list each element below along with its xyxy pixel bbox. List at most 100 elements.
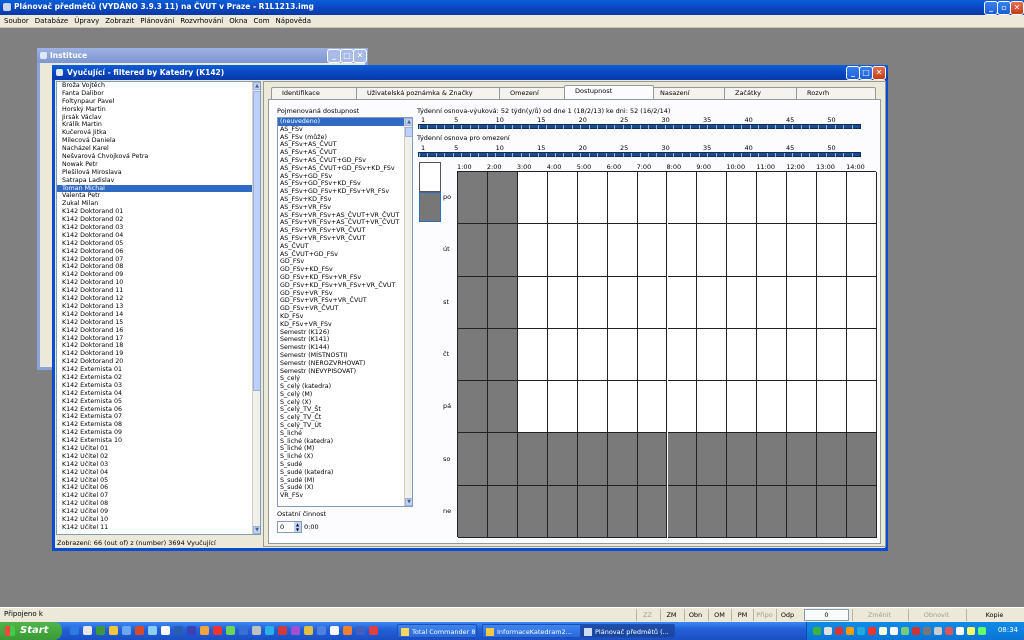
week-tick[interactable] xyxy=(588,153,590,157)
week-tick[interactable] xyxy=(851,125,853,129)
teacher-list-item[interactable]: K142 Doktorand 01 xyxy=(57,208,260,216)
availability-list-item[interactable]: S_sudé xyxy=(278,461,412,469)
teacher-list-item[interactable]: K142 Doktorand 04 xyxy=(57,232,260,240)
week-tick[interactable] xyxy=(580,125,582,129)
week-tick[interactable] xyxy=(690,125,692,129)
week-tick[interactable] xyxy=(851,153,853,157)
quick-launch-icon[interactable] xyxy=(278,626,287,635)
status-button-pm[interactable]: PM xyxy=(731,609,753,621)
tray-icon[interactable] xyxy=(945,627,953,635)
availability-cell[interactable] xyxy=(847,172,877,225)
available-swatch[interactable] xyxy=(419,162,441,192)
scroll-down-button[interactable]: ▼ xyxy=(253,526,260,534)
menu-com[interactable]: Com xyxy=(251,15,273,28)
week-tick[interactable] xyxy=(486,153,488,157)
week-tick[interactable] xyxy=(834,125,836,129)
tab-zacatky[interactable]: Začátky xyxy=(724,87,799,99)
teacher-list-item[interactable]: K142 Doktorand 14 xyxy=(57,311,260,319)
teacher-list-item[interactable]: K142 Externista 08 xyxy=(57,421,260,429)
week-tick[interactable] xyxy=(809,153,811,157)
close-button[interactable]: ✕ xyxy=(1010,1,1024,15)
week-tick[interactable] xyxy=(783,153,785,157)
menu-napoveda[interactable]: Nápověda xyxy=(273,15,314,28)
week-tick[interactable] xyxy=(512,125,514,129)
tab-nasazeni[interactable]: Nasazení xyxy=(649,87,727,99)
week-tick[interactable] xyxy=(588,125,590,129)
teacher-list-scrollbar[interactable]: ▲ ▼ xyxy=(252,82,260,534)
quick-launch-icon[interactable] xyxy=(161,626,170,635)
obnovit-button[interactable]: Obnovit xyxy=(908,609,964,621)
availability-cell[interactable] xyxy=(517,172,548,225)
vyucujici-window[interactable]: Vyučující - filtered by Katedry (K142) _… xyxy=(52,65,888,551)
availability-list-item[interactable]: Semestr (K141) xyxy=(278,336,412,344)
week-tick[interactable] xyxy=(571,153,573,157)
teacher-list-item[interactable]: K142 Externista 01 xyxy=(57,366,260,374)
teacher-list-item[interactable]: K142 Doktorand 16 xyxy=(57,327,260,335)
scroll-thumb[interactable] xyxy=(405,127,412,137)
restore-button[interactable]: ▫ xyxy=(997,1,1011,15)
week-tick[interactable] xyxy=(461,153,463,157)
teacher-list-item[interactable]: Nešvarová Chvojková Petra xyxy=(57,153,260,161)
availability-cell[interactable] xyxy=(727,328,758,382)
week-tick[interactable] xyxy=(800,125,802,129)
availability-cell[interactable] xyxy=(757,276,788,329)
availability-cell[interactable] xyxy=(487,485,518,538)
week-tick[interactable] xyxy=(707,125,709,129)
availability-cell[interactable] xyxy=(667,381,698,434)
week-tick[interactable] xyxy=(622,153,624,157)
availability-grid[interactable] xyxy=(457,171,877,538)
tab-rozvrh[interactable]: Rozvrh xyxy=(796,87,876,99)
quick-launch-icon[interactable] xyxy=(200,626,209,635)
week-tick[interactable] xyxy=(503,153,505,157)
teacher-list-item[interactable]: Broža Vojtěch xyxy=(57,82,260,90)
teacher-list-item[interactable]: K142 Externista 02 xyxy=(57,374,260,382)
menu-rozvrhovani[interactable]: Rozvrhování xyxy=(177,15,226,28)
availability-cell[interactable] xyxy=(517,381,548,434)
week-tick[interactable] xyxy=(529,125,531,129)
week-tick[interactable] xyxy=(444,153,446,157)
week-tick[interactable] xyxy=(809,125,811,129)
tab-dostupnost[interactable]: Dostupnost xyxy=(564,85,654,99)
availability-cell[interactable] xyxy=(787,433,818,486)
week-tick[interactable] xyxy=(715,125,717,129)
quick-launch-icon[interactable] xyxy=(70,626,79,635)
availability-list-item[interactable]: Semestr (NEROZVRHOVAT) xyxy=(278,360,412,368)
availability-list-item[interactable]: AS_FSv+GD_FSv xyxy=(278,173,412,181)
availability-cell[interactable] xyxy=(847,381,877,434)
availability-cell[interactable] xyxy=(847,224,877,277)
teacher-list-item[interactable]: K142 Učitel 10 xyxy=(57,516,260,524)
availability-cell[interactable] xyxy=(517,328,548,382)
week-tick[interactable] xyxy=(614,153,616,157)
teacher-list-item[interactable]: Zukal Milan xyxy=(57,200,260,208)
status-button-zz[interactable]: ZZ xyxy=(636,609,658,621)
availability-scrollbar[interactable]: ▲ ▼ xyxy=(404,118,412,506)
vyucujici-maximize-button[interactable]: □ xyxy=(859,66,873,80)
week-tick[interactable] xyxy=(681,125,683,129)
availability-list-item[interactable]: Semestr (MÍSTNOSTI) xyxy=(278,352,412,360)
availability-cell[interactable] xyxy=(577,276,608,329)
tray-icon[interactable] xyxy=(813,627,821,635)
availability-list-item[interactable]: S_celý_TV_Čt xyxy=(278,414,412,422)
week-tick[interactable] xyxy=(656,153,658,157)
availability-list[interactable]: (neuvedeno) AS_FSv AS_FSv (může) AS_FSv+AS_… xyxy=(277,117,413,507)
availability-cell[interactable] xyxy=(607,328,638,382)
week-tick[interactable] xyxy=(419,153,420,157)
teacher-list-item[interactable]: K142 Doktorand 05 xyxy=(57,240,260,248)
availability-cell[interactable] xyxy=(547,433,578,486)
availability-cell[interactable] xyxy=(487,172,518,225)
availability-cell[interactable] xyxy=(817,485,848,538)
availability-list-item[interactable]: GD_FSv+KD_FSv xyxy=(278,266,412,274)
tray-icon[interactable] xyxy=(824,627,832,635)
week-tick[interactable] xyxy=(843,153,845,157)
teacher-list-item[interactable]: K142 Učitel 01 xyxy=(57,445,260,453)
task-planovac[interactable]: Plánovač předmětů (... xyxy=(580,624,675,638)
week-tick[interactable] xyxy=(775,153,777,157)
availability-cell[interactable] xyxy=(697,172,728,225)
availability-list-item[interactable]: AS_ČVUT+GD_FSv xyxy=(278,251,412,259)
week-tick[interactable] xyxy=(495,153,497,157)
weekly-outline-bar[interactable] xyxy=(418,124,861,129)
availability-list-item[interactable]: GD_FSv+VR_FSv+VR_ČVUT xyxy=(278,297,412,305)
main-title-bar[interactable]: Plánovač předmětů (VYDÁNO 3.9.3 11) na Č… xyxy=(0,0,1024,15)
week-tick[interactable] xyxy=(758,153,760,157)
availability-cell[interactable] xyxy=(637,485,668,538)
